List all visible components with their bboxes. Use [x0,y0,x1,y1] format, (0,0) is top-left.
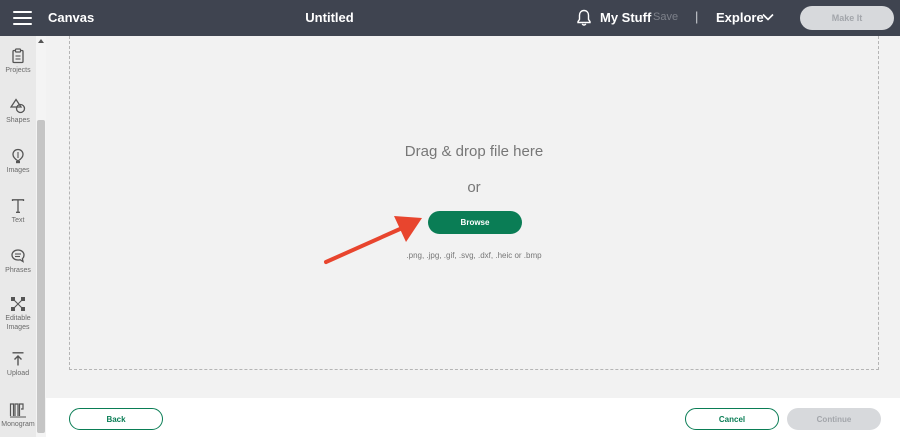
cancel-button[interactable]: Cancel [685,408,779,430]
save-button[interactable]: Save [653,11,678,23]
browse-button[interactable]: Browse [428,211,522,234]
images-icon [12,148,24,164]
sidebar-item-label: Text [11,217,25,224]
upload-icon [12,352,24,366]
document-title[interactable]: Untitled [0,10,659,25]
file-drop-zone[interactable] [69,36,879,370]
sidebar-item-monogram[interactable]: Monogram [0,402,36,429]
sidebar-item-images[interactable]: Images [0,148,36,175]
projects-icon [12,48,24,64]
sidebar-item-label: Monogram [1,421,35,428]
left-sidebar: Projects Shapes Images Text Phrases Edit… [0,36,37,437]
sidebar-item-label: Images [6,167,30,174]
drag-drop-text: Drag & drop file here [404,143,544,160]
shapes-icon [10,98,26,114]
sidebar-item-label: Upload [6,370,30,377]
scroll-up-icon[interactable] [38,39,44,43]
editable-images-icon [11,297,25,311]
sidebar-item-label: Phrases [5,267,31,274]
sidebar-item-upload[interactable]: Upload [0,351,36,378]
text-icon [11,199,25,213]
back-button[interactable]: Back [69,408,163,430]
sidebar-item-projects[interactable]: Projects [0,48,36,75]
supported-formats-text: .png, .jpg, .gif, .svg, .dxf, .heic or .… [406,251,542,260]
top-bar: Canvas Untitled My Stuff Save | Explore … [0,0,900,36]
sidebar-item-shapes[interactable]: Shapes [0,98,36,125]
phrases-icon [11,249,25,263]
explore-menu[interactable]: Explore [716,10,764,25]
chevron-down-icon[interactable] [762,12,774,22]
sidebar-item-text[interactable]: Text [0,198,36,225]
sidebar-item-phrases[interactable]: Phrases [0,248,36,275]
annotation-arrow-icon [324,216,422,264]
sidebar-item-label: Editable Images [5,315,31,331]
or-text: or [467,179,481,196]
monogram-icon [9,403,26,418]
sidebar-item-label: Shapes [6,117,30,124]
continue-button[interactable]: Continue [787,408,881,430]
sidebar-item-label: Projects [5,67,31,74]
bell-icon[interactable] [576,9,592,27]
make-it-button[interactable]: Make It [800,6,894,30]
sidebar-item-editable-images[interactable]: Editable Images [0,296,36,332]
sidebar-scroll-thumb[interactable] [37,120,45,433]
my-stuff-link[interactable]: My Stuff [600,10,651,25]
header-divider: | [695,9,699,24]
